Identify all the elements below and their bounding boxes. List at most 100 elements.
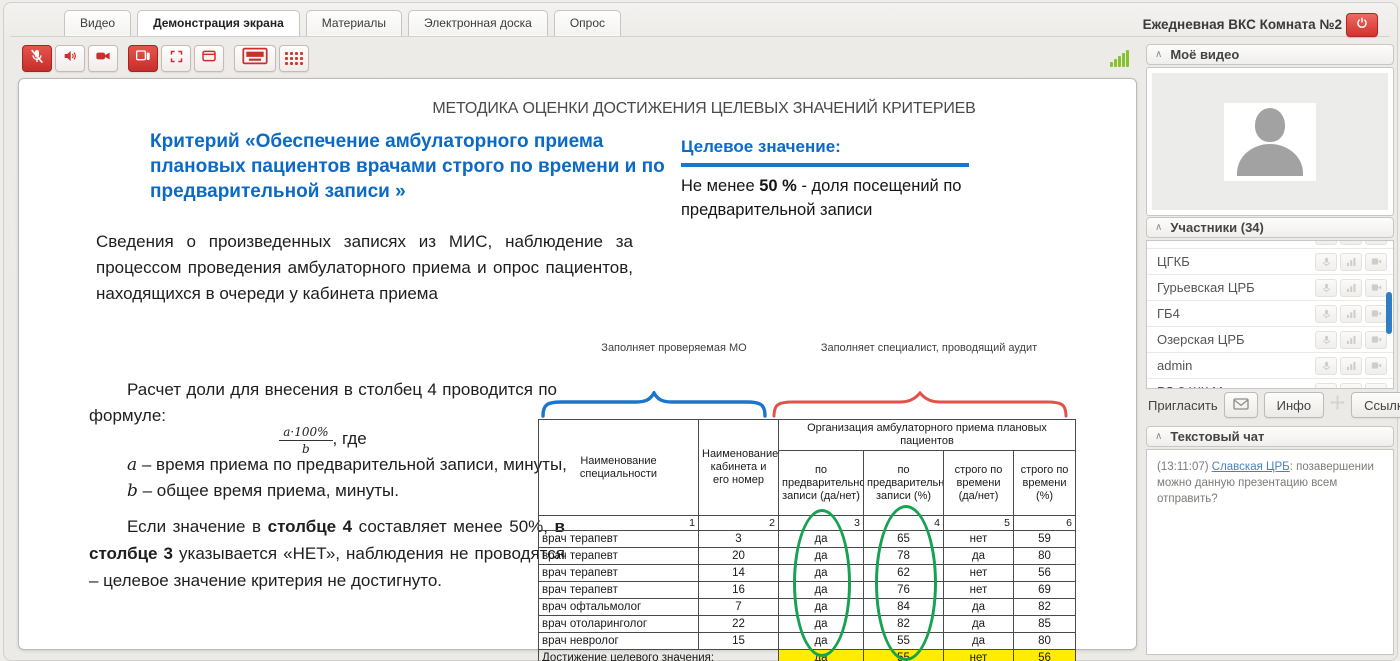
fullscreen-button[interactable]: [161, 45, 191, 72]
col-specialty-header: Наименование специальности: [539, 420, 699, 516]
col-prebooked-pct-header: по предварительной записи (%): [864, 451, 944, 516]
dialpad-button[interactable]: [279, 45, 309, 72]
camera-icon[interactable]: [1365, 240, 1387, 245]
signal-icon[interactable]: [1340, 383, 1362, 390]
my-video-panel: [1146, 67, 1394, 216]
envelope-icon: [1233, 398, 1249, 413]
mic-icon[interactable]: [1315, 383, 1337, 390]
chevron-up-icon: ∧: [1155, 49, 1162, 60]
signal-icon[interactable]: [1340, 331, 1362, 349]
shared-screen-slide: МЕТОДИКА ОЦЕНКИ ДОСТИЖЕНИЯ ЦЕЛЕВЫХ ЗНАЧЕ…: [18, 78, 1137, 650]
window-mode-button[interactable]: [194, 45, 224, 72]
video-preview-area: [1152, 73, 1388, 210]
brace-blue: [540, 391, 769, 418]
total-prebooked-pct: 55: [864, 650, 944, 661]
invite-email-button[interactable]: [1224, 392, 1258, 418]
total-ontime-yn: нет: [944, 650, 1014, 661]
table-row: врач терапевт20да78да80: [539, 548, 1076, 565]
mic-icon[interactable]: [1315, 253, 1337, 271]
control-panel-button[interactable]: [234, 45, 276, 72]
screen-share-button[interactable]: [128, 45, 158, 72]
camera-button[interactable]: [88, 45, 118, 72]
brace-blue-label: Заполняет проверяемая МО: [574, 341, 774, 355]
tab-poll[interactable]: Опрос: [554, 10, 621, 36]
table-header-row: Наименование специальности Наименование …: [539, 420, 1076, 451]
connection-quality-icon: [1110, 50, 1129, 67]
signal-icon[interactable]: [1340, 240, 1362, 245]
screen-share-icon: [135, 48, 151, 69]
move-icon: [1330, 395, 1345, 415]
chat-timestamp: (13:11:07): [1157, 461, 1212, 473]
col-cabinet-header: Наименование кабинета и его номер: [699, 420, 779, 516]
speaker-icon: [62, 48, 78, 69]
mic-icon[interactable]: [1315, 279, 1337, 297]
participants-list[interactable]: ЦГКБ Гурьевская ЦРБ ГБ4 Озерская ЦРБ adm…: [1146, 240, 1394, 389]
tab-video[interactable]: Видео: [64, 10, 131, 36]
avatar: [1224, 103, 1316, 181]
speaker-button[interactable]: [55, 45, 85, 72]
mic-icon[interactable]: [1315, 357, 1337, 375]
table-row: врач терапевт14да62нет56: [539, 565, 1076, 582]
camera-icon[interactable]: [1365, 357, 1387, 375]
my-video-section-header[interactable]: ∧ Моё видео: [1146, 44, 1394, 65]
column-number-row: 123456: [539, 516, 1076, 531]
participants-actions: Пригласить Инфо Ссылка: [1146, 390, 1394, 420]
criterion-heading: Критерий «Обеспечение амбулаторного прие…: [150, 129, 675, 204]
media-toolbar: [22, 45, 312, 72]
app-window: Видео Демонстрация экрана Материалы Элек…: [0, 0, 1400, 661]
list-item[interactable]: ЦГКБ: [1147, 249, 1393, 275]
list-item[interactable]: admin: [1147, 353, 1393, 379]
mic-icon[interactable]: [1315, 305, 1337, 323]
camera-icon[interactable]: [1365, 253, 1387, 271]
camera-icon[interactable]: [1365, 331, 1387, 349]
signal-icon[interactable]: [1340, 305, 1362, 323]
info-button[interactable]: Инфо: [1264, 392, 1324, 418]
slide-title: МЕТОДИКА ОЦЕНКИ ДОСТИЖЕНИЯ ЦЕЛЕВЫХ ЗНАЧЕ…: [339, 100, 1069, 118]
list-item[interactable]: РД-3 ЖК Московског: [1147, 379, 1393, 389]
variable-b-definition: b – общее время приема, минуты.: [127, 481, 399, 501]
fullscreen-icon: [169, 49, 184, 69]
chat-section-header[interactable]: ∧ Текстовый чат: [1146, 426, 1394, 447]
chat-title: Текстовый чат: [1170, 429, 1264, 444]
tab-screen-share[interactable]: Демонстрация экрана: [137, 10, 300, 36]
signal-icon[interactable]: [1340, 279, 1362, 297]
mic-icon[interactable]: [1315, 331, 1337, 349]
list-item[interactable]: [1147, 240, 1393, 249]
tab-whiteboard[interactable]: Электронная доска: [408, 10, 548, 36]
tab-bar: Видео Демонстрация экрана Материалы Элек…: [64, 10, 621, 36]
formula: a·100%b, где: [89, 425, 557, 456]
chat-sender-link[interactable]: Славская ЦРБ: [1212, 461, 1290, 473]
mute-microphone-button[interactable]: [22, 45, 52, 72]
calculation-paragraph: Расчет доли для внесения в столбец 4 про…: [89, 377, 557, 429]
brace-red-label: Заполняет специалист, проводящий аудит: [819, 341, 1039, 355]
mic-muted-icon: [29, 48, 45, 69]
leave-room-button[interactable]: [1346, 13, 1378, 37]
participants-title: Участники (34): [1170, 220, 1264, 235]
target-value-heading: Целевое значение:: [681, 137, 841, 157]
table-row: врач отоларинголог22да82да85: [539, 616, 1076, 633]
camera-icon[interactable]: [1365, 383, 1387, 390]
signal-icon[interactable]: [1340, 357, 1362, 375]
variable-a-definition: a – время приема по предварительной запи…: [127, 455, 567, 475]
camera-icon: [95, 48, 111, 69]
total-ontime-pct: 56: [1014, 650, 1076, 661]
tab-materials[interactable]: Материалы: [306, 10, 402, 36]
list-item[interactable]: ГБ4: [1147, 301, 1393, 327]
window-icon: [201, 48, 217, 69]
invite-button[interactable]: Пригласить: [1148, 398, 1218, 413]
dialpad-icon: [285, 52, 304, 66]
participants-section-header[interactable]: ∧ Участники (34): [1146, 217, 1394, 238]
list-item[interactable]: Гурьевская ЦРБ: [1147, 275, 1393, 301]
total-label: Достижение целевого значения:: [539, 650, 779, 661]
table-row: врач терапевт3да65нет59: [539, 531, 1076, 548]
camera-icon[interactable]: [1365, 279, 1387, 297]
chat-messages[interactable]: (13:11:07) Славская ЦРБ: позавершении мо…: [1146, 449, 1394, 655]
camera-icon[interactable]: [1365, 305, 1387, 323]
mic-icon[interactable]: [1315, 240, 1337, 245]
signal-icon[interactable]: [1340, 253, 1362, 271]
table-row: врач невролог15да55да80: [539, 633, 1076, 650]
link-button[interactable]: Ссылка: [1351, 392, 1400, 418]
table-row: врач офтальмолог7да84да82: [539, 599, 1076, 616]
participants-scrollbar[interactable]: [1386, 292, 1392, 334]
list-item[interactable]: Озерская ЦРБ: [1147, 327, 1393, 353]
